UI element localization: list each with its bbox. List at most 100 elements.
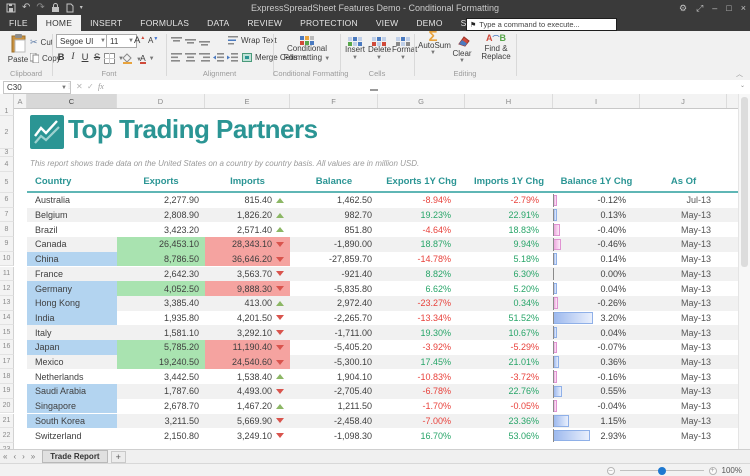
row-header-15[interactable]: 15 [0, 325, 14, 340]
cell-imports[interactable]: 1,826.20 [205, 208, 290, 223]
cell-exports-1y-chg[interactable]: -14.78% [378, 252, 465, 267]
bold-button[interactable]: B [56, 52, 66, 63]
cell-as-of[interactable]: May-13 [640, 222, 727, 237]
cell-balance[interactable]: -5,300.10 [290, 355, 378, 370]
cell-exports-1y-chg[interactable]: 8.82% [378, 267, 465, 282]
vertical-scrollbar[interactable] [738, 94, 750, 449]
help-icon[interactable]: ⚙ [679, 4, 687, 13]
cell-exports-1y-chg[interactable]: 19.30% [378, 325, 465, 340]
cell-imports[interactable]: 815.40 [205, 193, 290, 208]
cell-balance-1y-chg[interactable]: -0.04% [553, 399, 640, 414]
cell-imports-1y-chg[interactable]: 18.83% [465, 222, 553, 237]
prev-sheet-icon[interactable]: ‹ [10, 452, 19, 461]
row-header-10[interactable]: 10 [0, 252, 14, 267]
cell-balance-1y-chg[interactable]: 0.13% [553, 208, 640, 223]
cell-imports[interactable]: 24,540.60 [205, 355, 290, 370]
cell-country[interactable]: India [27, 311, 117, 326]
cell-balance-1y-chg[interactable]: 0.04% [553, 281, 640, 296]
column-header-e[interactable]: E [205, 94, 290, 108]
cell-exports[interactable]: 3,442.50 [117, 369, 205, 384]
cell-exports[interactable]: 2,277.90 [117, 193, 205, 208]
cell-country[interactable]: Brazil [27, 222, 117, 237]
paste-button[interactable]: Paste [5, 34, 31, 64]
shrink-font-button[interactable]: A▼ [148, 36, 158, 45]
close-icon[interactable]: × [741, 4, 746, 13]
row-header-3[interactable]: 3 [0, 149, 14, 157]
cell-exports[interactable]: 3,385.40 [117, 296, 205, 311]
minimize-icon[interactable]: – [712, 4, 717, 13]
row-header-7[interactable]: 7 [0, 208, 14, 223]
cell-imports-1y-chg[interactable]: 5.18% [465, 252, 553, 267]
cell-balance-1y-chg[interactable]: -0.16% [553, 369, 640, 384]
clear-button[interactable]: Clear▼ [450, 35, 474, 64]
cell-balance-1y-chg[interactable]: 0.14% [553, 252, 640, 267]
cell-exports-1y-chg[interactable]: 17.45% [378, 355, 465, 370]
splitter-handle[interactable] [370, 89, 378, 91]
row-header-4[interactable]: 4 [0, 157, 14, 172]
tab-view[interactable]: VIEW [367, 15, 408, 31]
cell-imports-1y-chg[interactable]: -5.29% [465, 340, 553, 355]
cell-balance[interactable]: -1,890.00 [290, 237, 378, 252]
insert-function-icon[interactable]: fx [98, 82, 104, 91]
cell-balance-1y-chg[interactable]: 3.20% [553, 311, 640, 326]
font-color-button[interactable]: A▼ [140, 53, 155, 64]
last-sheet-icon[interactable]: » [28, 452, 38, 461]
cell-balance[interactable]: -1,711.00 [290, 325, 378, 340]
row-header-9[interactable]: 9 [0, 237, 14, 252]
align-center-icon[interactable] [185, 53, 196, 62]
delete-button[interactable]: Delete▼ [368, 35, 390, 61]
cell-country[interactable]: Singapore [27, 399, 117, 414]
cell-imports[interactable]: 3,563.70 [205, 267, 290, 282]
row-header-5[interactable]: 5 [0, 172, 14, 193]
cell-balance[interactable]: 851.80 [290, 222, 378, 237]
cell-balance-1y-chg[interactable]: -0.40% [553, 222, 640, 237]
insert-button[interactable]: Insert▼ [344, 35, 366, 61]
cell-exports[interactable]: 5,785.20 [117, 340, 205, 355]
cell-exports[interactable]: 2,808.90 [117, 208, 205, 223]
row-header-22[interactable]: 22 [0, 428, 14, 443]
cell-exports-1y-chg[interactable]: -7.00% [378, 414, 465, 429]
cell-as-of[interactable]: May-13 [640, 384, 727, 399]
cell-exports-1y-chg[interactable]: -6.78% [378, 384, 465, 399]
cell-as-of[interactable]: May-13 [640, 428, 727, 443]
cell-imports-1y-chg[interactable]: 0.34% [465, 296, 553, 311]
tab-protection[interactable]: PROTECTION [291, 15, 367, 31]
row-header-11[interactable]: 11 [0, 267, 14, 282]
cell-exports[interactable]: 8,786.50 [117, 252, 205, 267]
tab-file[interactable]: FILE [0, 15, 37, 31]
cell-as-of[interactable]: May-13 [640, 208, 727, 223]
align-middle-icon[interactable] [185, 37, 196, 46]
cell-balance-1y-chg[interactable]: -0.46% [553, 237, 640, 252]
cell-balance-1y-chg[interactable]: 0.55% [553, 384, 640, 399]
cell-balance[interactable]: 1,462.50 [290, 193, 378, 208]
align-left-icon[interactable] [171, 53, 182, 62]
name-box[interactable]: C30▼ [3, 81, 71, 94]
cell-imports[interactable]: 4,201.50 [205, 311, 290, 326]
cut-button[interactable]: ✂Cut [30, 37, 53, 48]
column-header-f[interactable]: F [290, 94, 378, 108]
cell-imports[interactable]: 3,292.10 [205, 325, 290, 340]
cell-exports[interactable]: 2,642.30 [117, 267, 205, 282]
cell-balance-1y-chg[interactable]: 0.36% [553, 355, 640, 370]
row-header-20[interactable]: 20 [0, 399, 14, 414]
cell-balance-1y-chg[interactable]: 2.93% [553, 428, 640, 443]
align-right-icon[interactable] [199, 53, 210, 62]
row-header-1[interactable]: 1 [0, 108, 14, 116]
cell-imports[interactable]: 28,343.10 [205, 237, 290, 252]
cell-imports-1y-chg[interactable]: 9.94% [465, 237, 553, 252]
cell-country[interactable]: Saudi Arabia [27, 384, 117, 399]
underline-button[interactable]: U [80, 52, 90, 63]
cell-imports-1y-chg[interactable]: 5.20% [465, 281, 553, 296]
cell-country[interactable]: France [27, 267, 117, 282]
cell-exports[interactable]: 3,423.20 [117, 222, 205, 237]
autosum-button[interactable]: Σ AutoSum▼ [418, 33, 448, 56]
column-header-c[interactable]: C [27, 94, 117, 108]
cell-exports-1y-chg[interactable]: 19.23% [378, 208, 465, 223]
cell-balance[interactable]: -27,859.70 [290, 252, 378, 267]
cell-as-of[interactable]: May-13 [640, 281, 727, 296]
row-header-21[interactable]: 21 [0, 414, 14, 429]
cell-balance-1y-chg[interactable]: 1.15% [553, 414, 640, 429]
cell-exports[interactable]: 1,935.80 [117, 311, 205, 326]
cell-country[interactable]: Netherlands [27, 369, 117, 384]
cell-imports[interactable]: 4,493.00 [205, 384, 290, 399]
